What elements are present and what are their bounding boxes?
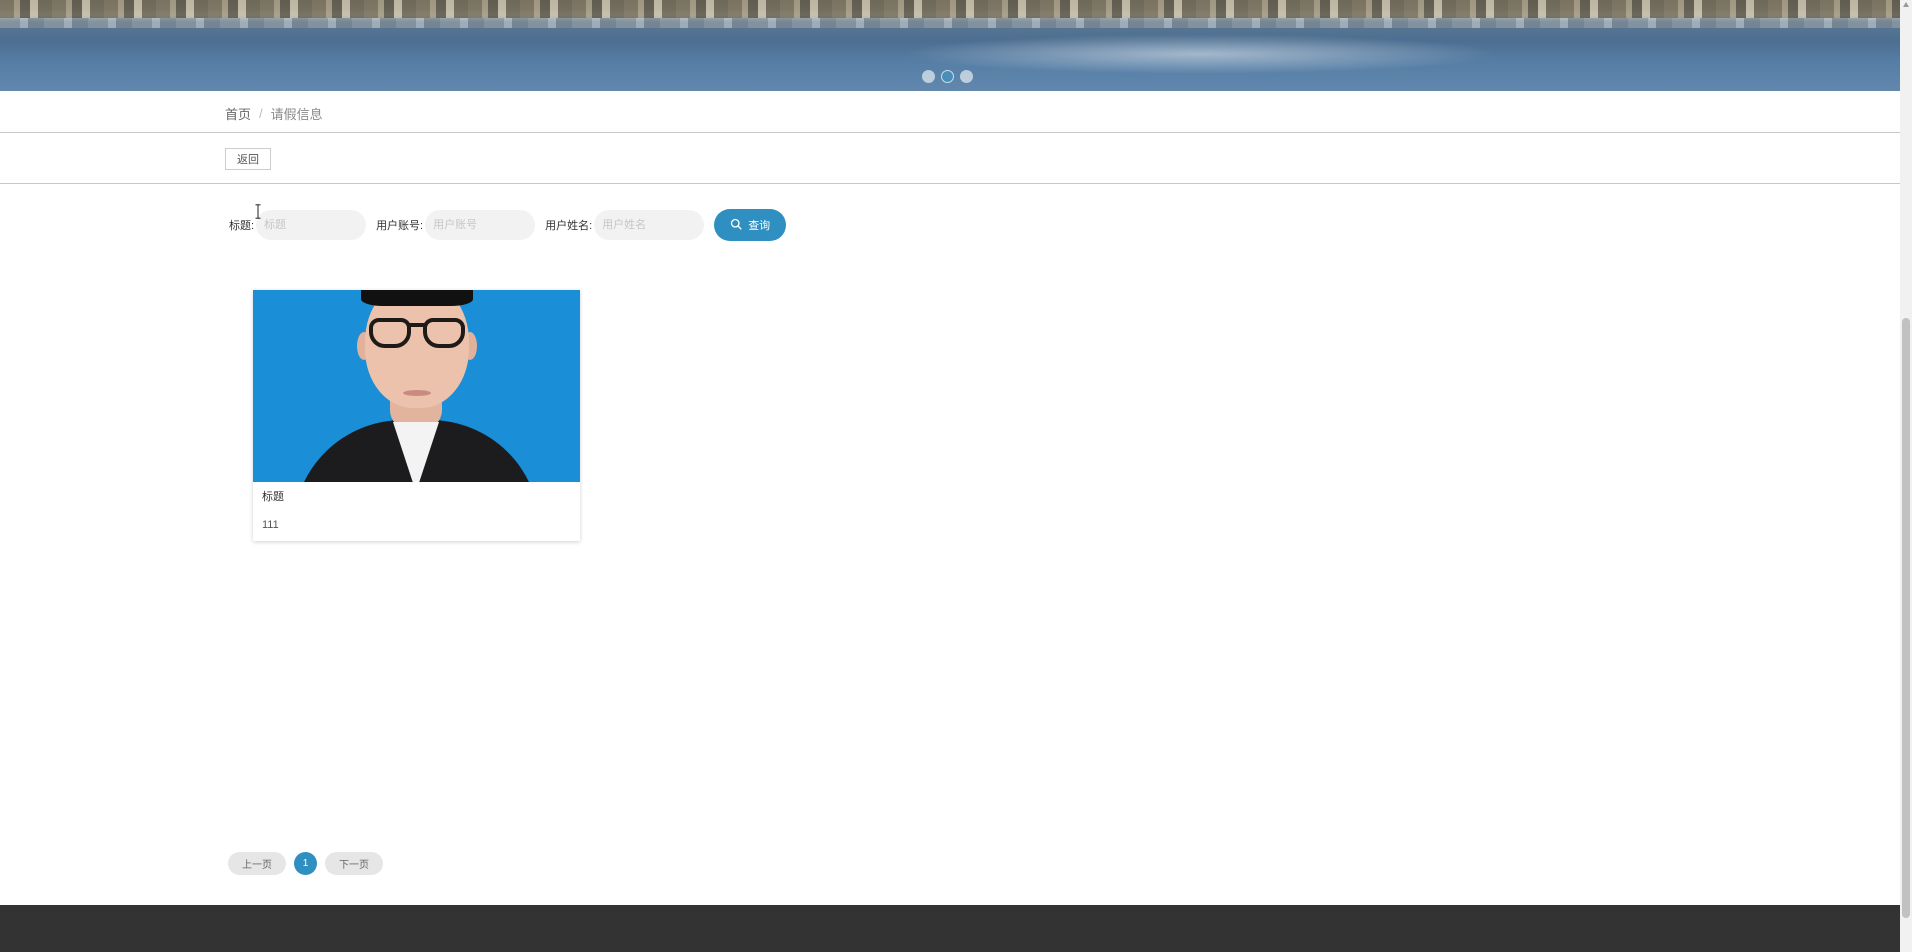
name-search-input[interactable] — [594, 210, 705, 240]
footer — [0, 905, 1900, 952]
next-page-button[interactable]: 下一页 — [325, 852, 383, 875]
photo-glasses — [423, 318, 465, 348]
portrait-photo — [253, 290, 580, 482]
card-title: 标题 — [262, 491, 284, 503]
photo-lips — [403, 390, 431, 396]
breadcrumb-current: 请假信息 — [270, 107, 323, 122]
divider — [0, 132, 1900, 133]
banner-carousel — [0, 0, 1900, 91]
search-icon — [730, 218, 742, 233]
page-scrollbar[interactable] — [1900, 0, 1912, 952]
banner-water — [900, 34, 1500, 74]
title-search-input[interactable] — [256, 210, 367, 240]
breadcrumb-separator: / — [259, 106, 263, 121]
account-search-input[interactable] — [425, 210, 536, 240]
breadcrumb: 首页 / 请假信息 — [225, 104, 323, 123]
divider — [0, 183, 1900, 184]
breadcrumb-home-link[interactable]: 首页 — [225, 104, 251, 123]
carousel-dot-1[interactable] — [922, 70, 935, 83]
leave-card[interactable]: 标题 111 — [253, 290, 580, 541]
account-label: 用户账号: — [376, 220, 424, 232]
search-button[interactable]: 查询 — [714, 209, 787, 241]
photo-glasses-bridge — [409, 323, 425, 327]
pagination: 上一页 1 下一页 — [228, 852, 383, 875]
photo-hair — [361, 290, 473, 306]
text-cursor-icon — [255, 204, 261, 219]
prev-page-button[interactable]: 上一页 — [228, 852, 286, 875]
carousel-indicators — [922, 70, 973, 83]
search-form: 标题: 用户账号: 用户姓名: 查询 — [229, 209, 787, 241]
carousel-dot-2[interactable] — [941, 70, 954, 83]
carousel-dot-3[interactable] — [960, 70, 973, 83]
search-button-label: 查询 — [748, 220, 771, 232]
banner-reflection — [0, 18, 1900, 28]
banner-skyline — [0, 0, 1900, 18]
scroll-up-arrow-icon[interactable] — [1903, 2, 1909, 7]
photo-glasses — [369, 318, 411, 348]
name-label: 用户姓名: — [545, 220, 593, 232]
title-label: 标题: — [229, 220, 255, 232]
card-content: 111 — [262, 519, 279, 531]
page-number-button[interactable]: 1 — [294, 852, 317, 875]
back-button[interactable]: 返回 — [225, 148, 271, 170]
scrollbar-thumb[interactable] — [1902, 318, 1910, 918]
